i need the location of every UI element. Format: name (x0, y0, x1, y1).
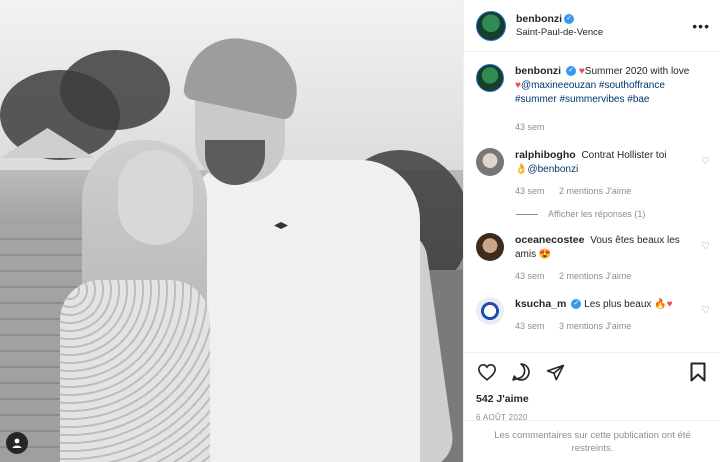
comment-likes[interactable]: 3 mentions J'aime (559, 321, 631, 331)
caption-username[interactable]: benbonzi (515, 65, 561, 77)
comment-body: ksucha_m ✓ Les plus beaux 🔥♥ 43 sem 3 men… (515, 297, 710, 333)
replies-divider (516, 213, 538, 215)
ok-hand-icon: 👌 (515, 163, 528, 175)
comments-restricted-notice: Les commentaires sur cette publication o… (464, 420, 720, 456)
comment-body: oceanecostee Vous êtes beaux les amis 😍 … (515, 233, 710, 283)
photo-woman-body (60, 280, 210, 462)
send-icon[interactable] (544, 361, 566, 383)
comment-item: ralphibogho Contrat Hollister toi 👌@benb… (476, 147, 710, 198)
comment-item: oceanecostee Vous êtes beaux les amis 😍 … (476, 233, 710, 283)
comment-meta: 43 sem 3 mentions J'aime (515, 320, 698, 333)
comment-username[interactable]: ksucha_m (515, 298, 566, 310)
bookmark-icon[interactable] (687, 361, 709, 383)
more-options-icon[interactable]: ••• (692, 18, 710, 34)
comments-list[interactable]: benbonzi ✓ ♥Summer 2020 with love ♥@maxin… (464, 52, 720, 352)
photo-tree (60, 50, 170, 130)
post-actions: 542 J'aime 6 AOÛT 2020 (464, 352, 720, 422)
author-info: benbonzi ✓ Saint-Paul-de-Vence (516, 13, 692, 38)
caption-time[interactable]: 43 sem (515, 122, 545, 132)
post-header: benbonzi ✓ Saint-Paul-de-Vence ••• (464, 0, 720, 52)
comment-username[interactable]: ralphibogho (515, 149, 576, 161)
comment-heart-icon[interactable]: ♡ (701, 305, 710, 316)
verified-badge-icon: ✓ (564, 14, 575, 25)
post-location[interactable]: Saint-Paul-de-Vence (516, 27, 692, 38)
like-count[interactable]: 542 J'aime (476, 393, 709, 405)
comment-time[interactable]: 43 sem (515, 271, 545, 281)
comment-meta: 43 sem 2 mentions J'aime (515, 270, 698, 283)
caption: benbonzi ✓ ♥Summer 2020 with love ♥@maxin… (476, 64, 710, 134)
comment-likes[interactable]: 2 mentions J'aime (559, 271, 631, 281)
action-icons (476, 361, 709, 383)
comment-body: ralphibogho Contrat Hollister toi 👌@benb… (515, 148, 710, 198)
comment-heart-icon[interactable]: ♡ (701, 241, 710, 252)
comment-meta: 43 sem 2 mentions J'aime (515, 185, 698, 198)
comment-heart-icon[interactable]: ♡ (701, 156, 710, 167)
comment-text: Contrat Hollister toi (581, 149, 667, 161)
post-photo[interactable] (0, 0, 463, 462)
commenter-avatar[interactable] (476, 233, 504, 262)
comment-likes[interactable]: 2 mentions J'aime (559, 186, 631, 196)
caption-hashtags[interactable]: #summer #summervibes #bae (515, 94, 650, 105)
comment-item: ksucha_m ✓ Les plus beaux 🔥♥ 43 sem 3 men… (476, 296, 710, 333)
tagged-user-icon[interactable] (6, 432, 28, 454)
commenter-avatar[interactable] (476, 296, 504, 325)
caption-mention[interactable]: @maxineeouzan (521, 80, 596, 91)
caption-meta: 43 sem (515, 121, 698, 134)
comment-icon[interactable] (510, 361, 532, 383)
view-replies-label: Afficher les réponses (1) (548, 209, 646, 220)
author-avatar[interactable] (476, 10, 506, 41)
comment-time[interactable]: 43 sem (515, 321, 545, 331)
author-username[interactable]: benbonzi (516, 13, 562, 25)
heart-icon[interactable] (476, 361, 498, 383)
caption-hashtag[interactable]: #southoffrance (599, 80, 665, 91)
comment-text: Les plus beaux (584, 298, 652, 310)
verified-badge-icon: ✓ (566, 66, 577, 77)
fire-heart-icon: 🔥♥ (654, 298, 673, 310)
verified-badge-icon: ✓ (571, 299, 582, 310)
author-avatar[interactable] (476, 64, 504, 92)
commenter-avatar[interactable] (476, 147, 504, 176)
photo-woman-face (118, 150, 193, 245)
instagram-post-view: benbonzi ✓ Saint-Paul-de-Vence ••• benbon… (0, 0, 720, 462)
comment-username[interactable]: oceanecostee (515, 234, 584, 246)
comment-time[interactable]: 43 sem (515, 186, 545, 196)
photo-man-shirt (185, 160, 420, 462)
heart-eyes-icon: 😍 (538, 249, 552, 261)
post-side-panel: benbonzi ✓ Saint-Paul-de-Vence ••• benbon… (463, 0, 720, 462)
caption-text: Summer 2020 with love (584, 66, 690, 77)
view-replies-button[interactable]: Afficher les réponses (1) (516, 209, 710, 219)
comment-mention[interactable]: @benbonzi (527, 164, 578, 175)
caption-body: benbonzi ✓ ♥Summer 2020 with love ♥@maxin… (515, 64, 710, 134)
